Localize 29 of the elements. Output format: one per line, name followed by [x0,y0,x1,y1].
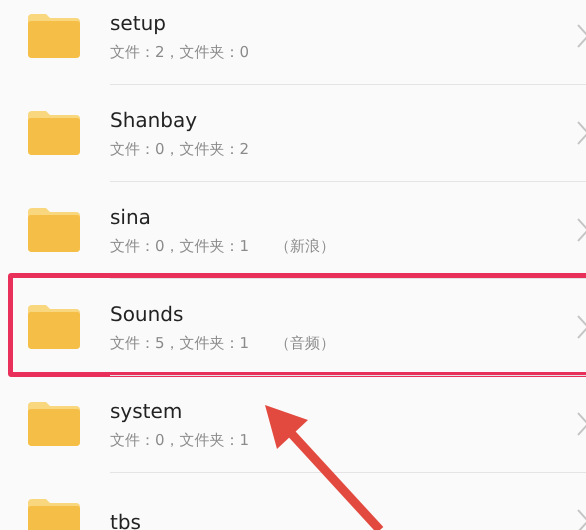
folder-note: （音频） [275,334,336,353]
folder-icon [28,498,80,530]
folder-name: sina [110,205,151,229]
chevron-icon [576,23,586,49]
folder-name: Sounds [110,302,184,326]
folder-row[interactable]: Shanbay 文件：0，文件夹：2 [0,84,586,181]
folder-note: （新浪） [275,237,336,256]
chevron-icon [576,217,586,243]
chevron-icon [576,314,586,340]
folder-row[interactable]: tbs [0,472,586,530]
folder-icon [28,14,80,58]
folder-icon [28,110,80,154]
folder-info: 文件：0，文件夹：1 [110,431,250,450]
folder-info: 文件：5，文件夹：1 [110,334,250,353]
folder-row[interactable]: Sounds 文件：5，文件夹：1 （音频） [0,278,586,375]
chevron-icon [576,120,586,146]
folder-info: 文件：0，文件夹：1 [110,237,250,256]
folder-row[interactable]: sina 文件：0，文件夹：1 （新浪） [0,181,586,278]
folder-icon [28,402,80,446]
folder-name: system [110,399,182,423]
folder-info: 文件：0，文件夹：2 [110,140,250,159]
folder-info: 文件：2，文件夹：0 [110,43,250,62]
folder-name: setup [110,11,166,35]
folder-name: tbs [110,510,141,530]
folder-icon [28,304,80,348]
folder-icon [28,208,80,252]
chevron-icon [576,411,586,437]
folder-name: Shanbay [110,108,198,132]
folder-row[interactable]: setup 文件：2，文件夹：0 [0,0,586,84]
